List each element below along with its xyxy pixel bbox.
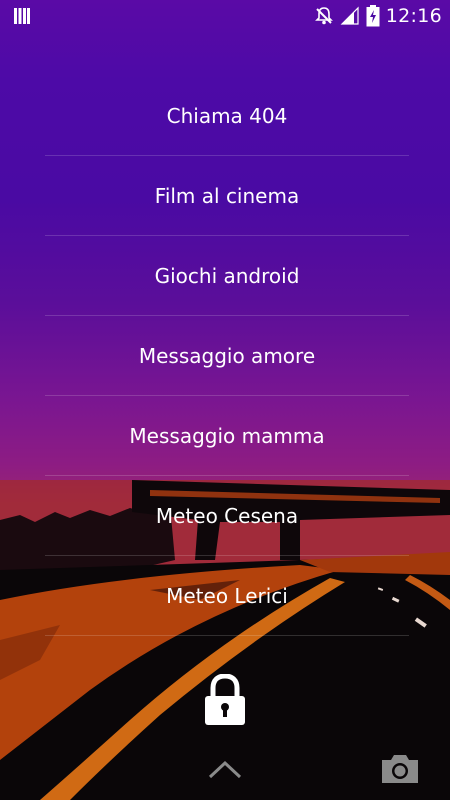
status-time: 12:16	[385, 5, 442, 27]
lockscreen: 12:16 Chiama 404 Film al cinema Giochi a…	[0, 0, 450, 800]
list-item[interactable]: Meteo Cesena	[45, 476, 409, 556]
list-item[interactable]: Giochi android	[45, 236, 409, 316]
list-item[interactable]: Film al cinema	[45, 156, 409, 236]
signal-icon	[340, 6, 359, 25]
list-item[interactable]: Chiama 404	[45, 76, 409, 156]
chevron-up-icon[interactable]	[207, 758, 243, 780]
list-item[interactable]: Messaggio mamma	[45, 396, 409, 476]
lock-icon[interactable]	[204, 674, 246, 726]
notification-bars-icon	[14, 8, 30, 24]
battery-charging-icon	[366, 5, 380, 27]
mute-icon	[314, 7, 333, 25]
list-item[interactable]: Messaggio amore	[45, 316, 409, 396]
list-item[interactable]: Meteo Lerici	[45, 556, 409, 636]
status-icons: 12:16	[314, 4, 442, 28]
camera-icon[interactable]	[380, 752, 420, 786]
status-bar: 12:16	[0, 0, 450, 33]
shortcut-list: Chiama 404 Film al cinema Giochi android…	[45, 76, 409, 636]
